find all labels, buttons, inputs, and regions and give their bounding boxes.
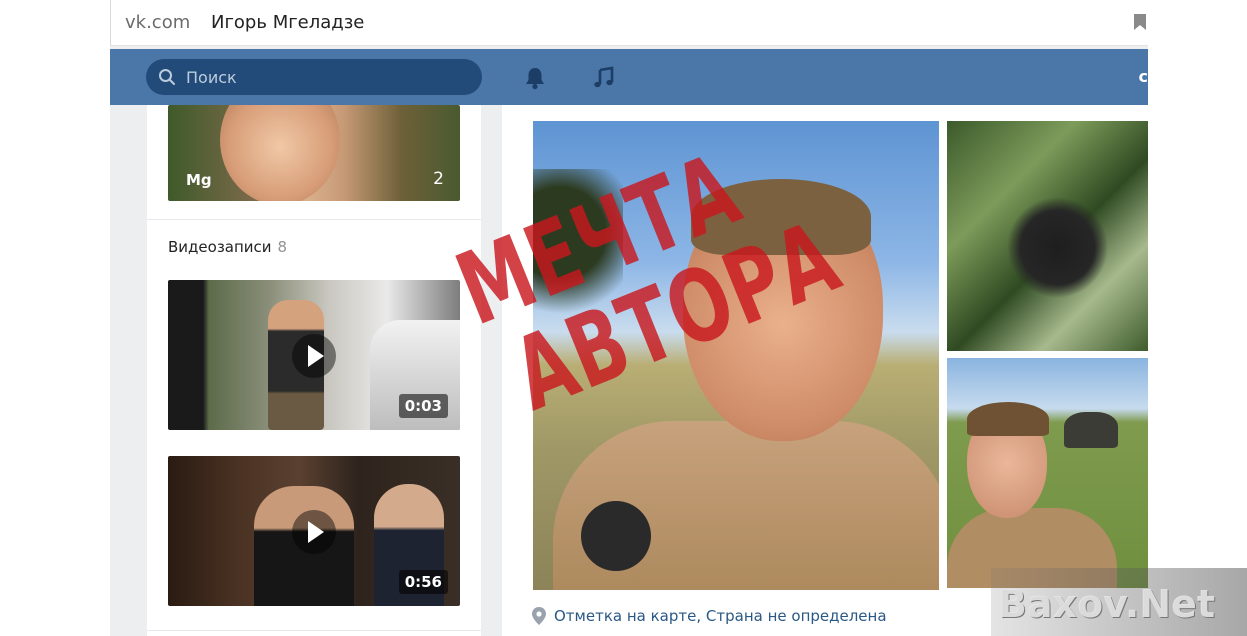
- post-photo-main[interactable]: [533, 121, 939, 590]
- video-duration: 0:56: [398, 570, 448, 594]
- section-divider: [147, 219, 481, 220]
- address-domain[interactable]: vk.com: [125, 12, 190, 33]
- vk-header: c: [110, 49, 1148, 105]
- video-thumbnail[interactable]: 0:03: [168, 280, 460, 430]
- photo-elephant: [1064, 412, 1118, 448]
- location-text: Отметка на карте, Страна не определена: [554, 607, 887, 625]
- photo-hair: [691, 179, 871, 255]
- play-icon[interactable]: [292, 510, 336, 554]
- post-photo-gorilla[interactable]: [947, 121, 1148, 351]
- video-duration: 0:03: [398, 394, 448, 418]
- section-divider: [147, 630, 481, 631]
- address-bar[interactable]: vk.com Игорь Мгеладзе: [110, 0, 1148, 46]
- video-thumbnail[interactable]: 0:56: [168, 456, 460, 606]
- photo-tree: [533, 169, 623, 329]
- search-icon: [159, 69, 175, 85]
- address-page-title: Игорь Мгеладзе: [211, 12, 365, 33]
- music-note-icon[interactable]: [591, 65, 617, 91]
- site-watermark: Baxov.Net: [991, 568, 1247, 636]
- videos-section-count: 8: [277, 238, 288, 256]
- videos-section-header[interactable]: Видеозаписи 8: [168, 238, 287, 256]
- header-user-name-cut[interactable]: c: [1139, 67, 1148, 86]
- post-content: Отметка на карте, Страна не определена: [502, 105, 1148, 636]
- album-name: Mg: [186, 171, 212, 189]
- search-box[interactable]: [146, 59, 482, 95]
- map-pin-icon: [532, 607, 546, 625]
- photo-album-thumbnail[interactable]: Mg 2: [168, 105, 460, 201]
- album-photo-face: [220, 105, 340, 201]
- search-input[interactable]: [186, 59, 466, 95]
- photo-hair: [967, 402, 1049, 436]
- post-photo-selfie-elephants[interactable]: [947, 358, 1148, 588]
- browser-window: vk.com Игорь Мгеладзе c: [110, 0, 1148, 636]
- notifications-bell-icon[interactable]: [522, 65, 548, 91]
- play-icon[interactable]: [292, 334, 336, 378]
- photo-patch: [581, 501, 651, 571]
- location-link[interactable]: Отметка на карте, Страна не определена: [532, 607, 887, 625]
- bookmark-icon[interactable]: [1134, 14, 1146, 30]
- site-watermark-text: Baxov.Net: [997, 582, 1215, 626]
- left-column: Mg 2 Видеозаписи 8 0:03 0:56: [147, 105, 481, 636]
- album-photo-count: 2: [433, 169, 444, 189]
- videos-section-title: Видеозаписи: [168, 238, 272, 256]
